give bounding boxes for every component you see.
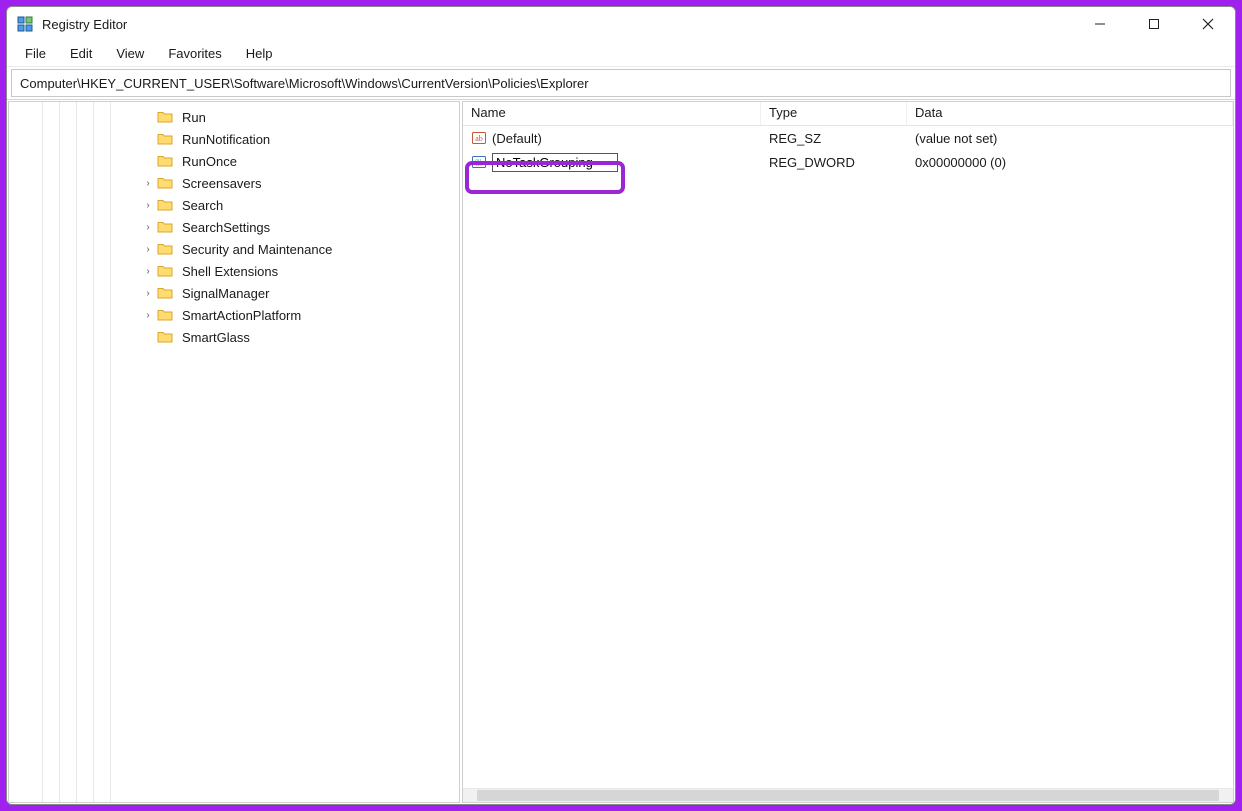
folder-icon bbox=[157, 110, 173, 124]
tree-item-runonce[interactable]: RunOnce bbox=[9, 150, 459, 172]
window-controls bbox=[1073, 7, 1235, 41]
dword-value-icon: 011110 bbox=[471, 154, 487, 170]
content-split: ›Group PolicyGrpConv›Holographic›ime›Imm… bbox=[7, 99, 1235, 804]
tree-item-searchsettings[interactable]: › SearchSettings bbox=[9, 216, 459, 238]
minimize-button[interactable] bbox=[1073, 7, 1127, 41]
expand-chevron-icon[interactable]: › bbox=[141, 178, 155, 189]
folder-icon bbox=[157, 286, 173, 300]
address-bar[interactable]: Computer\HKEY_CURRENT_USER\Software\Micr… bbox=[11, 69, 1231, 97]
tree-item-label: SearchSettings bbox=[179, 219, 273, 236]
folder-icon bbox=[157, 154, 173, 168]
folder-icon bbox=[157, 242, 173, 256]
tree-item-shell-extensions[interactable]: › Shell Extensions bbox=[9, 260, 459, 282]
list-header: Name Type Data bbox=[463, 102, 1233, 126]
list-body[interactable]: ab (Default) REG_SZ(value not set) 011110 RE… bbox=[463, 126, 1233, 788]
tree-item-label: Shell Extensions bbox=[179, 263, 281, 280]
maximize-button[interactable] bbox=[1127, 7, 1181, 41]
tree-item-label: Security and Maintenance bbox=[179, 241, 335, 258]
tree-item-runnotification[interactable]: RunNotification bbox=[9, 128, 459, 150]
svg-text:ab: ab bbox=[475, 134, 483, 143]
menu-edit[interactable]: Edit bbox=[60, 43, 102, 64]
string-value-icon: ab bbox=[471, 130, 487, 146]
value-data: (value not set) bbox=[907, 131, 1233, 146]
tree-item-smartactionplatform[interactable]: › SmartActionPlatform bbox=[9, 304, 459, 326]
value-rename-input[interactable] bbox=[492, 153, 618, 172]
tree-item-label: SmartActionPlatform bbox=[179, 307, 304, 324]
expand-chevron-icon[interactable]: › bbox=[141, 266, 155, 277]
tree-item-label: RunOnce bbox=[179, 153, 240, 170]
folder-icon bbox=[157, 330, 173, 344]
value-type: REG_DWORD bbox=[761, 155, 907, 170]
expand-chevron-icon[interactable]: › bbox=[141, 310, 155, 321]
folder-icon bbox=[157, 101, 173, 102]
tree-item-smartglass[interactable]: SmartGlass bbox=[9, 326, 459, 348]
address-path: Computer\HKEY_CURRENT_USER\Software\Micr… bbox=[20, 76, 589, 91]
menu-view[interactable]: View bbox=[106, 43, 154, 64]
folder-icon bbox=[157, 132, 173, 146]
value-list-pane: Name Type Data ab (Default) REG_SZ(value n… bbox=[462, 101, 1234, 803]
value-row[interactable]: 011110 REG_DWORD0x00000000 (0) bbox=[463, 150, 1233, 174]
expand-chevron-icon[interactable]: › bbox=[141, 288, 155, 299]
expand-chevron-icon[interactable]: › bbox=[141, 200, 155, 211]
tree-item-label: RADAR bbox=[179, 101, 231, 104]
horizontal-scrollbar[interactable] bbox=[463, 788, 1233, 802]
tree-item-security-and-maintenance[interactable]: › Security and Maintenance bbox=[9, 238, 459, 260]
value-type: REG_SZ bbox=[761, 131, 907, 146]
expand-chevron-icon[interactable]: › bbox=[141, 244, 155, 255]
tree-item-label: Run bbox=[179, 109, 209, 126]
col-type-header[interactable]: Type bbox=[761, 102, 907, 125]
menu-favorites[interactable]: Favorites bbox=[158, 43, 231, 64]
tree-item-label: SmartGlass bbox=[179, 329, 253, 346]
col-name-header[interactable]: Name bbox=[463, 102, 761, 125]
folder-icon bbox=[157, 198, 173, 212]
folder-icon bbox=[157, 264, 173, 278]
value-data: 0x00000000 (0) bbox=[907, 155, 1233, 170]
tree-item-label: SignalManager bbox=[179, 285, 272, 302]
tree-item-screensavers[interactable]: › Screensavers bbox=[9, 172, 459, 194]
value-row[interactable]: ab (Default) REG_SZ(value not set) bbox=[463, 126, 1233, 150]
folder-icon bbox=[157, 176, 173, 190]
tree-item-run[interactable]: Run bbox=[9, 106, 459, 128]
folder-icon bbox=[157, 220, 173, 234]
tree-item-label: Search bbox=[179, 197, 226, 214]
registry-editor-window: Registry Editor File Edit View Favorites… bbox=[6, 6, 1236, 805]
regedit-icon bbox=[17, 16, 34, 33]
close-button[interactable] bbox=[1181, 7, 1235, 41]
menu-bar: File Edit View Favorites Help bbox=[7, 41, 1235, 67]
menu-help[interactable]: Help bbox=[236, 43, 283, 64]
titlebar: Registry Editor bbox=[7, 7, 1235, 41]
tree-item-label: RunNotification bbox=[179, 131, 273, 148]
tree-item-search[interactable]: › Search bbox=[9, 194, 459, 216]
col-data-header[interactable]: Data bbox=[907, 102, 1233, 125]
folder-icon bbox=[157, 308, 173, 322]
menu-file[interactable]: File bbox=[15, 43, 56, 64]
tree-item-label: Screensavers bbox=[179, 175, 264, 192]
window-title: Registry Editor bbox=[42, 17, 127, 32]
svg-text:110: 110 bbox=[476, 162, 482, 167]
tree-pane[interactable]: ›Group PolicyGrpConv›Holographic›ime›Imm… bbox=[8, 101, 460, 803]
value-name: (Default) bbox=[492, 131, 542, 146]
tree-item-signalmanager[interactable]: › SignalManager bbox=[9, 282, 459, 304]
expand-chevron-icon[interactable]: › bbox=[141, 222, 155, 233]
